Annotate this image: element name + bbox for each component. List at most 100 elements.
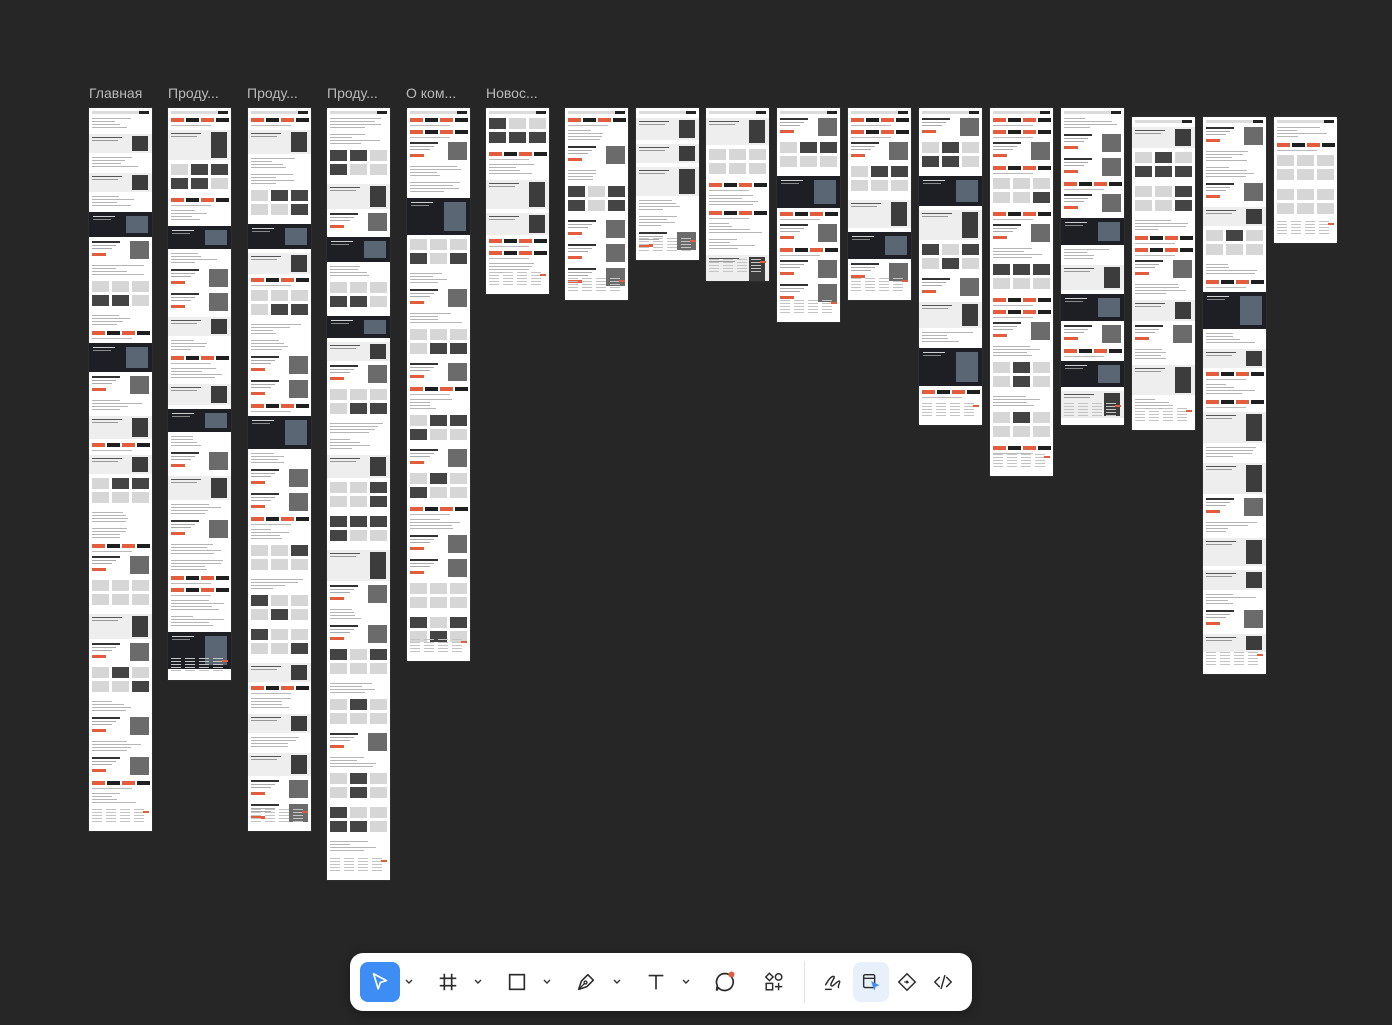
frame-thumbnail-block: [350, 713, 367, 724]
frame-thumbnail-block: [780, 125, 800, 126]
frame-about[interactable]: [407, 108, 470, 661]
frame-thumbnail-block: [251, 629, 268, 640]
frame-home[interactable]: [89, 108, 152, 831]
frame-footer-line: [438, 645, 448, 646]
frame-footer-line: [1277, 221, 1287, 222]
frame-thumbnail-block: [330, 423, 383, 424]
design-pointer-icon: [862, 973, 880, 991]
frame-footer-line: [1021, 466, 1031, 467]
frame-delivery[interactable]: [848, 108, 911, 300]
shape-tool-menu[interactable]: [542, 976, 552, 988]
frame-thumbnail-block: [1064, 325, 1092, 327]
frame-thumbnail-block: [922, 213, 952, 214]
frame-thumbnail-block: [1038, 130, 1051, 134]
text-tool-menu[interactable]: [681, 976, 691, 988]
frame-installation[interactable]: [1203, 117, 1266, 674]
frame-thumbnail-block: [251, 164, 283, 165]
frame-footer-line: [879, 281, 889, 282]
frame-products-2[interactable]: [248, 108, 311, 831]
frame-footer-line: [251, 815, 261, 816]
frame-footer-line: [438, 639, 448, 640]
frame-thumbnail-block: [1317, 155, 1334, 166]
frame-thumbnail-block: [534, 239, 547, 243]
frame-thumbnail-block: [130, 757, 149, 775]
frame-thumbnail-block: [132, 418, 148, 437]
frame-thumbnail-block: [709, 149, 726, 160]
frame-label-home[interactable]: Главная: [89, 85, 142, 101]
frame-thumbnail-block: [201, 198, 214, 202]
frame-thumbnail-block: [251, 792, 265, 795]
frame-individual-project[interactable]: [1132, 117, 1195, 430]
frame-thumbnail-block: [410, 253, 427, 264]
frame-footer-line: [1163, 414, 1173, 415]
frame-thumbnail-block: [430, 329, 447, 340]
frame-promotions[interactable]: [636, 108, 699, 260]
frame-warranty[interactable]: [919, 108, 982, 425]
frame-thumbnail-block: [92, 163, 121, 164]
frame-tool-button[interactable]: [428, 962, 468, 1002]
frame-thumbnail-block: [410, 473, 427, 484]
frame-thumbnail-block: [814, 180, 836, 204]
frame-products-3[interactable]: [327, 108, 390, 880]
frame-thumbnail-block: [330, 745, 344, 748]
frame-footer-line: [1064, 409, 1074, 410]
frame-label-products-1[interactable]: Проду...: [168, 85, 219, 101]
frame-thumbnail-block: [1023, 118, 1036, 122]
text-tool-button[interactable]: [636, 962, 676, 1002]
frame-projects[interactable]: [1061, 108, 1124, 425]
pen-tool-button[interactable]: [566, 962, 606, 1002]
frame-label-products-2[interactable]: Проду...: [247, 85, 298, 101]
pen-tool-menu[interactable]: [612, 976, 622, 988]
frame-footer-line: [1078, 415, 1088, 416]
frame-design-project[interactable]: [777, 108, 840, 322]
frame-thumbnail-block: [529, 118, 546, 129]
draw-mode-button[interactable]: [815, 962, 851, 1002]
frame-thumbnail-block: [1317, 169, 1334, 180]
frame-thumbnail-block: [410, 522, 460, 523]
move-tool-menu[interactable]: [404, 976, 414, 988]
frame-thumbnail-block: [251, 582, 298, 583]
frame-label-products-3[interactable]: Проду...: [327, 85, 378, 101]
frame-service[interactable]: [990, 108, 1053, 476]
frame-thumbnail-block: [281, 517, 294, 521]
frame-products-1[interactable]: [168, 108, 231, 680]
frame-thumbnail-block: [1135, 152, 1152, 163]
assets-tool-button[interactable]: [754, 962, 794, 1002]
frame-label-about[interactable]: О ком...: [406, 85, 456, 101]
frame-footer-line: [1135, 420, 1145, 421]
frame-thumbnail-block: [1038, 446, 1051, 450]
frame-thumbnail-block: [92, 127, 127, 128]
frame-label-news[interactable]: Новос...: [486, 85, 538, 101]
frame-thumbnail-block: [430, 253, 447, 264]
frame-thumbnail-block: [171, 371, 202, 372]
frame-tool-menu[interactable]: [473, 976, 483, 988]
frame-thumbnail-block: [1008, 298, 1021, 302]
design-mode-button[interactable]: [853, 962, 889, 1002]
design-canvas[interactable]: Главная Проду... Проду... Проду... О ком…: [0, 0, 1392, 1025]
frame-thumbnail-block: [370, 482, 387, 493]
frame-header-bar: [1135, 120, 1192, 123]
frame-article-1[interactable]: [565, 108, 628, 300]
frame-thumbnail-block: [370, 496, 387, 507]
frame-thumbnail-block: [211, 164, 228, 175]
frame-article-2[interactable]: [706, 108, 769, 281]
dev-mode-button[interactable]: [925, 962, 961, 1002]
frame-thumbnail-block: [132, 580, 149, 591]
frame-thumbnail-block: [1206, 267, 1229, 268]
frame-news[interactable]: [486, 108, 549, 294]
frame-header-bar: [993, 111, 1050, 114]
chevron-down-icon: [405, 979, 413, 984]
comment-tool-button[interactable]: [705, 962, 745, 1002]
frame-thumbnail-block: [1175, 186, 1192, 197]
frame-footer-line: [709, 259, 719, 260]
frame-thumbnail-block: [1065, 301, 1083, 302]
prototype-mode-button[interactable]: [889, 962, 925, 1002]
frame-thumbnail-block: [331, 320, 353, 321]
frame-contacts[interactable]: [1274, 117, 1337, 243]
shape-tool-button[interactable]: [497, 962, 537, 1002]
frame-footer-line: [808, 306, 818, 307]
move-tool-button[interactable]: [360, 962, 400, 1002]
frame-thumbnail-block: [252, 231, 270, 232]
frame-thumbnail-block: [922, 122, 946, 123]
frame-footer-line: [993, 460, 1003, 461]
